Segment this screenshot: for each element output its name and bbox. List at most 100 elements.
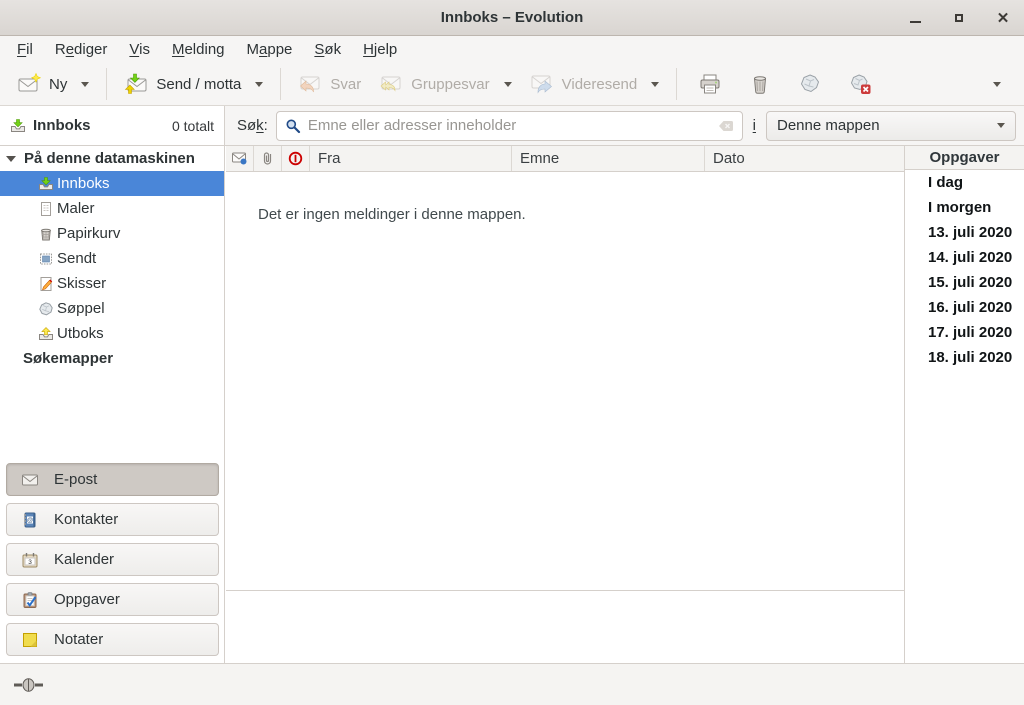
switcher-mail-button[interactable]: E-post — [6, 463, 219, 496]
scope-dropdown-icon — [997, 123, 1005, 128]
todo-item-date[interactable]: 13. juli 2020 — [905, 220, 1024, 245]
group-reply-icon — [379, 72, 403, 96]
not-junk-button[interactable] — [840, 67, 880, 101]
sidebar-section-search-folders[interactable]: Søkemapper — [0, 346, 224, 371]
delete-button[interactable] — [740, 67, 780, 101]
menu-view[interactable]: Vis — [118, 38, 161, 61]
tree-root-on-this-computer[interactable]: På denne datamaskinen — [0, 146, 224, 171]
minimize-button[interactable] — [904, 7, 926, 29]
inbox-icon — [38, 176, 54, 192]
search-area: Søk: i Denne mappen — [225, 106, 1024, 146]
todo-item-date[interactable]: 16. juli 2020 — [905, 295, 1024, 320]
new-message-button[interactable]: Ny — [8, 67, 98, 101]
menu-message[interactable]: Melding — [161, 38, 236, 61]
junk-button[interactable] — [790, 67, 830, 101]
group-reply-dropdown-icon — [504, 82, 512, 87]
column-from[interactable]: Fra — [310, 146, 512, 171]
menu-help[interactable]: Hjelp — [352, 38, 408, 61]
search-scope-combobox[interactable]: Denne mappen — [766, 111, 1016, 141]
folder-title: Innboks — [33, 117, 91, 134]
send-receive-label: Send / motta — [156, 76, 241, 93]
read-status-icon — [232, 152, 247, 165]
junk-icon — [38, 301, 54, 317]
todo-pane: Oppgaver I dag I morgen 13. juli 2020 14… — [904, 146, 1024, 663]
clear-search-icon[interactable] — [718, 118, 734, 134]
forward-label: Videresend — [562, 76, 638, 93]
search-label: Søk: — [237, 117, 268, 134]
toolbar-separator — [280, 68, 281, 100]
sidebar-folder-trash[interactable]: Papirkurv — [0, 221, 224, 246]
menu-search[interactable]: Søk — [303, 38, 352, 61]
expander-icon[interactable] — [6, 156, 16, 162]
send-receive-button[interactable]: Send / motta — [115, 67, 272, 101]
sidebar-folder-junk[interactable]: Søppel — [0, 296, 224, 321]
mail-icon — [21, 472, 39, 488]
new-message-label: Ny — [49, 76, 67, 93]
svg-text:3: 3 — [28, 559, 32, 566]
close-icon: ✕ — [997, 11, 1010, 26]
reply-icon — [298, 72, 322, 96]
view-switcher: E-post @ Kontakter — [6, 463, 219, 663]
sent-icon — [38, 251, 54, 267]
todo-item-tomorrow[interactable]: I morgen — [905, 195, 1024, 220]
menu-edit[interactable]: Rediger — [44, 38, 119, 61]
new-message-icon — [17, 72, 41, 96]
send-receive-dropdown-icon — [255, 82, 263, 87]
inbox-icon — [10, 118, 26, 134]
column-read-status[interactable] — [226, 146, 254, 171]
contacts-icon: @ — [21, 512, 39, 528]
todo-item-date[interactable]: 15. juli 2020 — [905, 270, 1024, 295]
switcher-tasks-button[interactable]: Oppgaver — [6, 583, 219, 616]
folder-sidebar: På denne datamaskinen Innboks — [0, 146, 225, 663]
window-controls: ✕ — [904, 0, 1014, 36]
not-junk-icon — [848, 72, 872, 96]
minimize-icon — [910, 21, 921, 23]
menu-file[interactable]: Fil — [6, 38, 44, 61]
sidebar-folder-templates[interactable]: Maler — [0, 196, 224, 221]
column-subject[interactable]: Emne — [512, 146, 705, 171]
sidebar-folder-outbox[interactable]: Utboks — [0, 321, 224, 346]
calendar-icon: 3 — [21, 552, 39, 568]
empty-folder-message: Det er ingen meldinger i denne mappen. — [226, 172, 904, 223]
print-button[interactable] — [690, 67, 730, 101]
group-reply-label: Gruppesvar — [411, 76, 489, 93]
current-folder-header: Innboks 0 totalt — [0, 106, 225, 146]
new-message-dropdown-icon — [81, 82, 89, 87]
print-icon — [698, 72, 722, 96]
switcher-calendar-button[interactable]: 3 Kalender — [6, 543, 219, 576]
switcher-contacts-button[interactable]: @ Kontakter — [6, 503, 219, 536]
column-attachment[interactable] — [254, 146, 282, 171]
switcher-memos-button[interactable]: Notater — [6, 623, 219, 656]
todo-item-date[interactable]: 14. juli 2020 — [905, 245, 1024, 270]
message-list-header: Fra Emne Dato — [226, 146, 904, 172]
column-important[interactable] — [282, 146, 310, 171]
search-in-label: i — [753, 117, 756, 134]
column-date[interactable]: Dato — [705, 146, 904, 171]
search-input[interactable] — [308, 117, 711, 134]
group-reply-button[interactable]: Gruppesvar — [370, 67, 520, 101]
trash-icon — [748, 72, 772, 96]
message-list-pane: Fra Emne Dato Det er ingen meldinger i d… — [226, 146, 904, 663]
toolbar-overflow-button[interactable] — [983, 76, 1011, 93]
todo-item-date[interactable]: 18. juli 2020 — [905, 345, 1024, 370]
sidebar-folder-sent[interactable]: Sendt — [0, 246, 224, 271]
window-title: Innboks – Evolution — [441, 9, 584, 26]
menu-folder[interactable]: Mappe — [236, 38, 304, 61]
close-button[interactable]: ✕ — [992, 7, 1014, 29]
todo-header[interactable]: Oppgaver — [905, 146, 1024, 170]
sidebar-folder-drafts[interactable]: Skisser — [0, 271, 224, 296]
sidebar-folder-inbox[interactable]: Innboks — [0, 171, 224, 196]
memos-icon — [21, 632, 39, 648]
attachment-icon — [261, 151, 274, 166]
maximize-button[interactable] — [948, 7, 970, 29]
toolbar-separator — [676, 68, 677, 100]
drafts-icon — [38, 276, 54, 292]
forward-button[interactable]: Videresend — [521, 67, 669, 101]
online-status-icon[interactable] — [13, 677, 45, 693]
folder-message-count: 0 totalt — [172, 118, 214, 134]
outbox-icon — [38, 326, 54, 342]
todo-item-date[interactable]: 17. juli 2020 — [905, 320, 1024, 345]
todo-item-today[interactable]: I dag — [905, 170, 1024, 195]
main-region: På denne datamaskinen Innboks — [0, 146, 1024, 663]
reply-button[interactable]: Svar — [289, 67, 370, 101]
